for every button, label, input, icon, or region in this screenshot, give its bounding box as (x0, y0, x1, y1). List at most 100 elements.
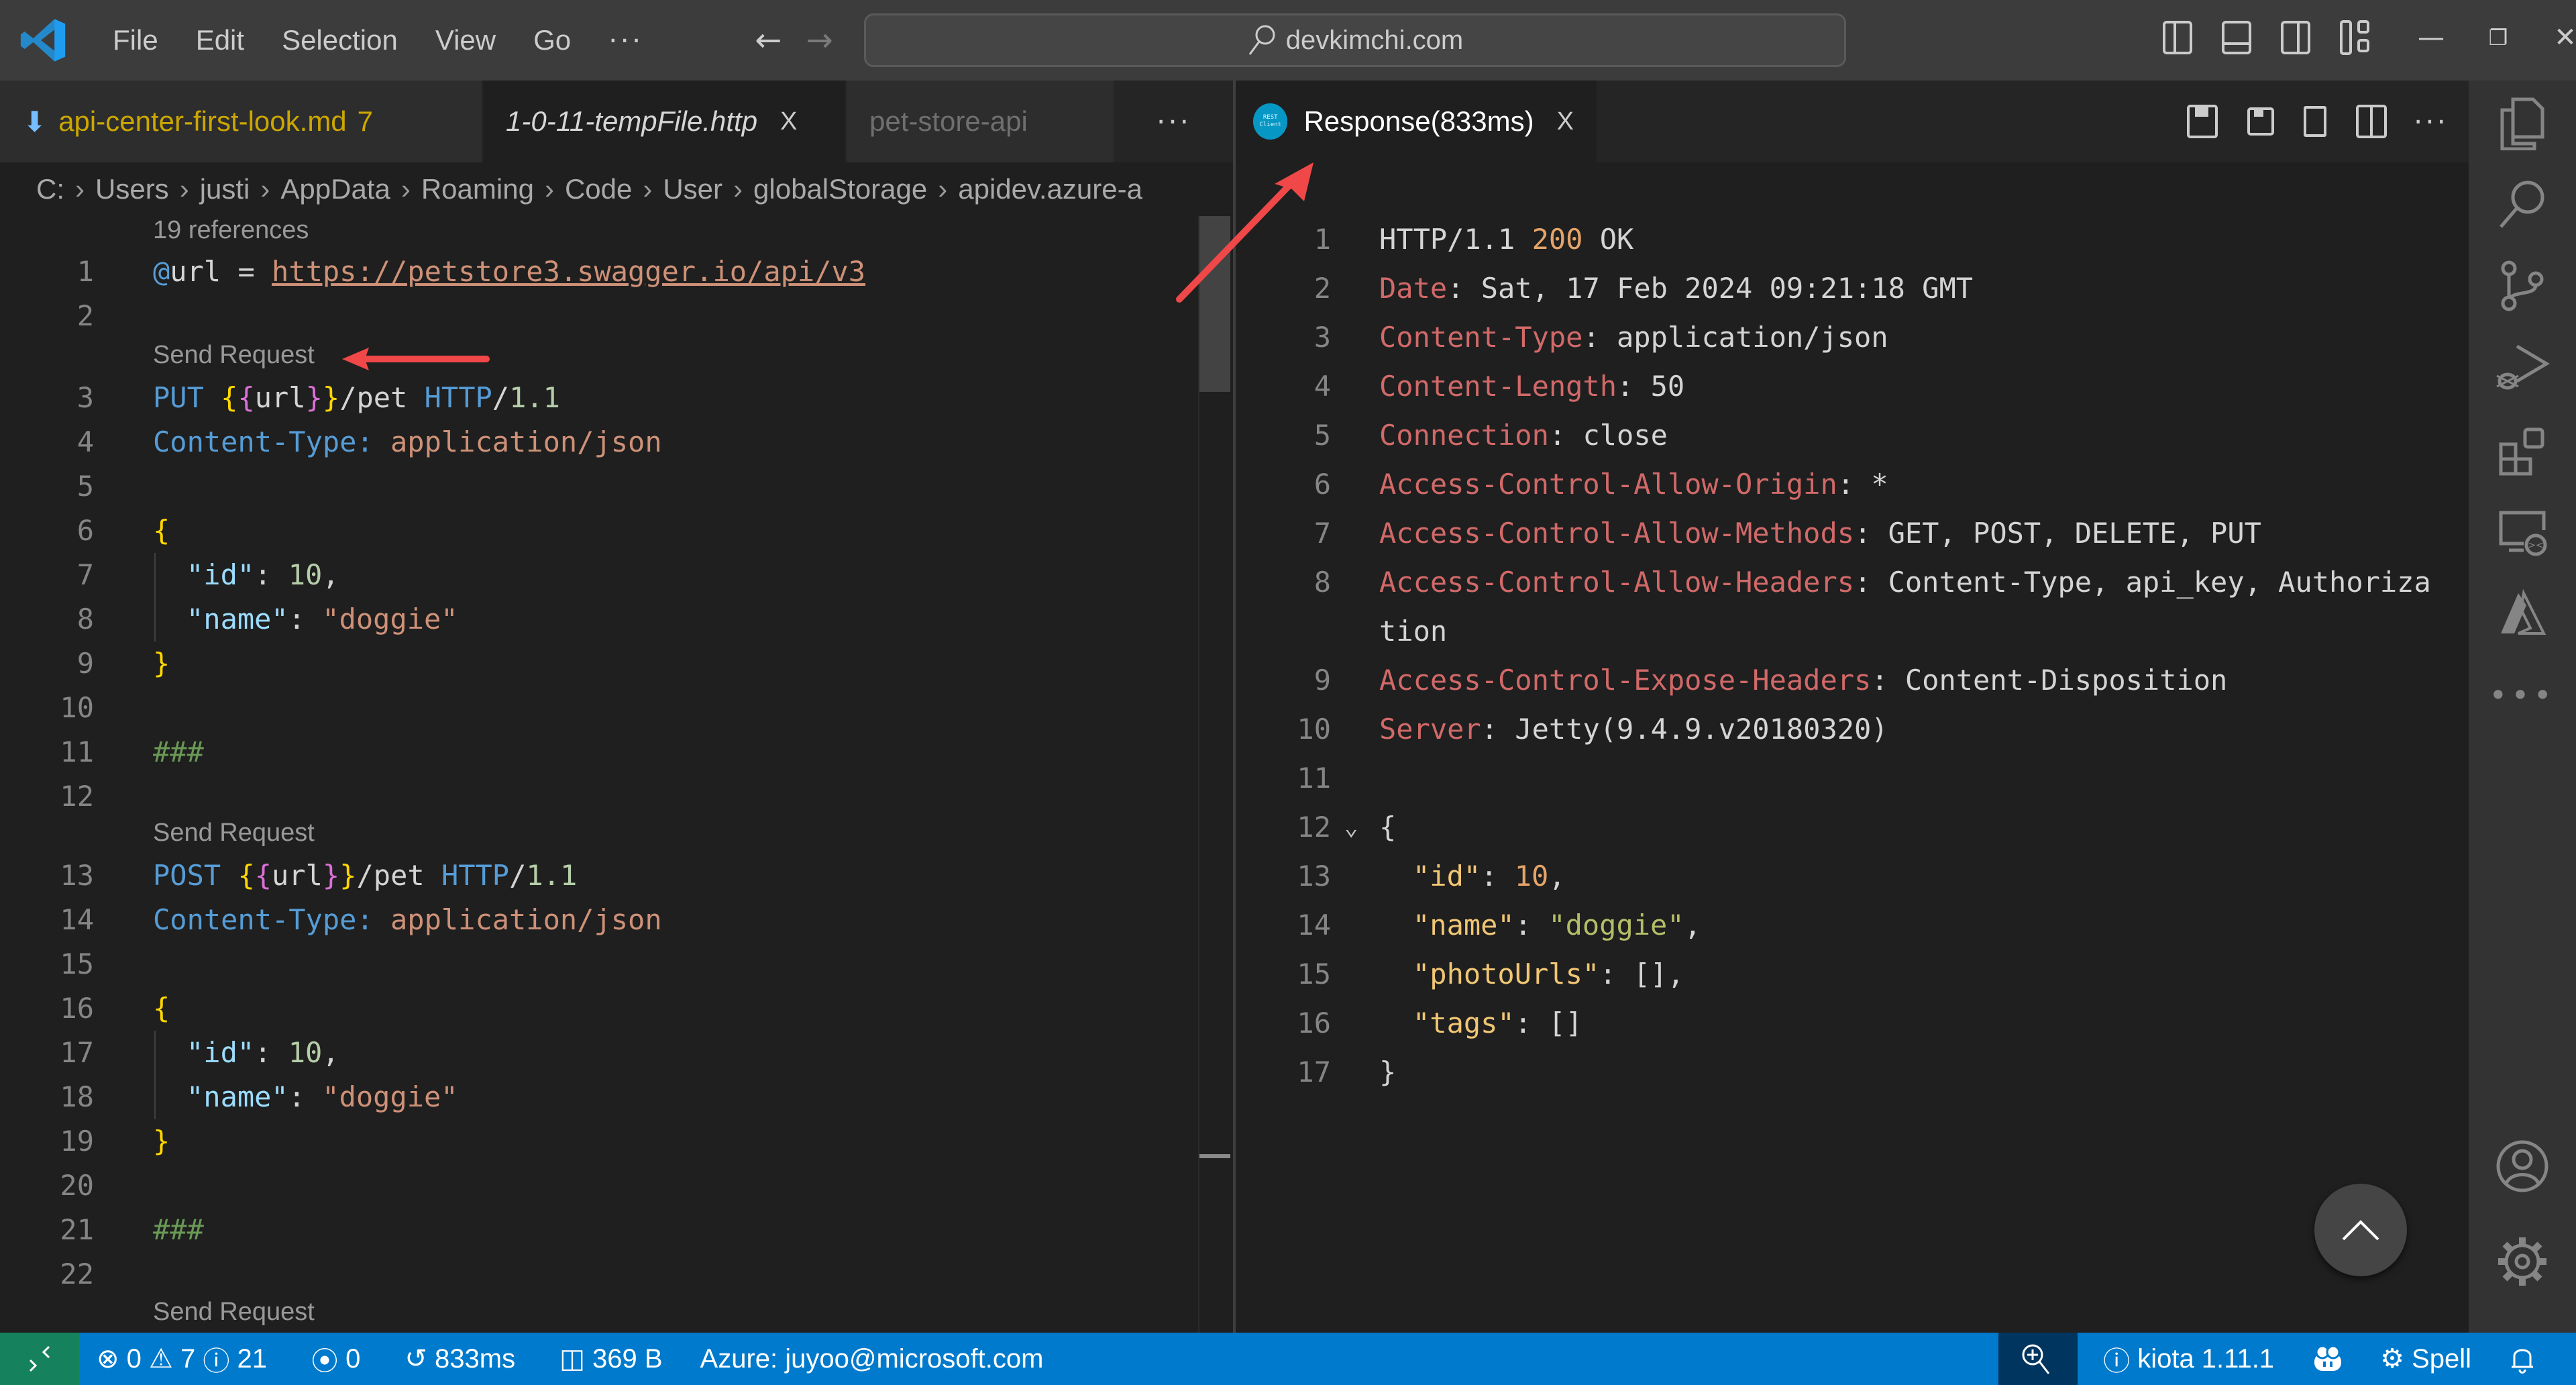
menu-go[interactable]: Go (515, 24, 590, 56)
customize-layout-icon[interactable] (2340, 20, 2371, 55)
close-window-icon[interactable]: ✕ (2552, 22, 2576, 53)
tab-tempfile-http[interactable]: 1-0-11-tempFile.http X (483, 81, 847, 162)
left-editor-scrollbar[interactable] (1199, 216, 1230, 392)
split-editor-icon[interactable] (2355, 105, 2387, 138)
zoom-indicator[interactable] (1998, 1333, 2078, 1385)
line-number: 9 (76, 647, 94, 680)
json-brace: { (1379, 811, 1397, 843)
ports-indicator[interactable]: ⦿ 0 (299, 1339, 372, 1378)
run-debug-button[interactable] (2469, 327, 2576, 408)
toggle-primary-sidebar-icon[interactable] (2163, 21, 2192, 54)
manage-button[interactable] (2469, 1221, 2576, 1302)
references-codelens[interactable]: 19 references (153, 216, 309, 245)
url-link[interactable]: https://petstore3.swagger.io/api/v3 (272, 255, 865, 288)
tab-label: 1-0-11-tempFile.http (506, 105, 758, 137)
send-request-codelens[interactable]: Send Request (153, 341, 315, 370)
notifications-button[interactable] (2497, 1343, 2553, 1375)
tab-more-actions-button[interactable]: ··· (1115, 81, 1233, 162)
right-editor-tab-bar: REST Client Response(833ms) X ··· (1236, 81, 2469, 162)
rest-client-icon: REST Client (1253, 103, 1288, 140)
more-views-button[interactable]: ••• (2469, 655, 2576, 735)
warning-icon: ⚠ (149, 1344, 173, 1374)
chevron-right-icon: › (544, 173, 554, 205)
breadcrumb-item[interactable]: apidev.azure-a (958, 173, 1142, 205)
svg-text:><: >< (2528, 540, 2543, 551)
menu-view[interactable]: View (417, 24, 515, 56)
back-arrow-icon[interactable]: ← (743, 21, 794, 59)
tab-response[interactable]: REST Client Response(833ms) X (1236, 81, 1598, 162)
tab-api-center-first-look[interactable]: ⬇ api-center-first-look.md 7 (0, 81, 483, 162)
source-control-button[interactable] (2469, 246, 2576, 326)
response-header: Connection: close (1379, 419, 1668, 452)
tab-pet-store-api[interactable]: pet-store-api (847, 81, 1115, 162)
spell-checker-indicator[interactable]: ⚙ Spell (2368, 1343, 2483, 1374)
menu-file[interactable]: File (94, 24, 177, 56)
azure-button[interactable] (2469, 573, 2576, 654)
database-icon: ◫ (559, 1344, 585, 1374)
scroll-to-top-button[interactable] (2314, 1184, 2407, 1276)
menu-edit[interactable]: Edit (177, 24, 263, 56)
gear-icon: ⚙ (2380, 1344, 2404, 1374)
breadcrumb-item[interactable]: justi (200, 173, 250, 205)
tab-label: Response(833ms) (1303, 105, 1534, 137)
forward-arrow-icon[interactable]: → (794, 21, 845, 59)
line-number: 14 (60, 903, 94, 936)
line-number: 21 (60, 1213, 94, 1246)
breadcrumb-item[interactable]: Users (95, 173, 169, 205)
close-tab-icon[interactable]: X (1557, 107, 1574, 136)
remote-indicator-button[interactable] (0, 1333, 79, 1385)
remote-explorer-button[interactable]: >< (2469, 491, 2576, 572)
json-brace: } (1379, 1056, 1397, 1088)
response-size-indicator[interactable]: ◫ 369 B (547, 1343, 674, 1374)
minimize-icon[interactable]: — (2418, 22, 2445, 53)
breadcrumb-item[interactable]: globalStorage (753, 173, 927, 205)
extensions-button[interactable] (2469, 409, 2576, 490)
command-center-search[interactable]: devkimchi.com (864, 13, 1846, 67)
breadcrumb-item[interactable]: User (663, 173, 722, 205)
scrollbar-position-marker (1199, 1154, 1230, 1158)
more-actions-button[interactable]: ··· (2414, 105, 2449, 138)
accounts-button[interactable] (2469, 1126, 2576, 1207)
line-number: 2 (1313, 272, 1331, 305)
response-header: Server: Jetty(9.4.9.v20180320) (1379, 713, 1888, 746)
save-response-body-icon[interactable] (2247, 107, 2274, 136)
breadcrumb-item[interactable]: AppData (280, 173, 390, 205)
send-request-codelens[interactable]: Send Request (153, 819, 315, 848)
breadcrumb-item[interactable]: Code (565, 173, 632, 205)
account-icon (2496, 1140, 2548, 1192)
response-status-line: HTTP/1.1 200 OK (1379, 223, 1634, 256)
menu-more-button[interactable]: ··· (590, 24, 662, 57)
chevron-up-icon (2342, 1220, 2379, 1241)
fold-chevron-icon[interactable]: ⌄ (1344, 805, 1358, 850)
copy-icon[interactable] (2303, 106, 2326, 137)
run-debug-icon (2496, 344, 2550, 390)
kiota-indicator[interactable]: ⓘ kiota 1.11.1 (2091, 1339, 2286, 1378)
toggle-panel-icon[interactable] (2222, 21, 2251, 54)
line-number: 1 (76, 255, 94, 288)
line-number: 8 (1313, 566, 1331, 599)
explorer-button[interactable] (2469, 82, 2576, 162)
response-time-indicator[interactable]: ↺ 833ms (392, 1343, 527, 1374)
copilot-button[interactable] (2300, 1344, 2361, 1374)
response-header: Content-Type: application/json (1379, 321, 1888, 354)
toggle-secondary-sidebar-icon[interactable] (2281, 21, 2310, 54)
code-line-json: "name": "doggie" (186, 603, 458, 635)
code-line-json: "id": 10, (186, 1036, 339, 1069)
line-number: 17 (60, 1036, 94, 1069)
extensions-icon (2499, 427, 2544, 476)
breadcrumb-item[interactable]: C: (36, 173, 64, 205)
line-number: 16 (60, 992, 94, 1025)
restore-icon[interactable]: ❐ (2485, 25, 2512, 50)
tab-label: api-center-first-look.md (58, 105, 347, 137)
search-button[interactable] (2469, 164, 2576, 244)
problems-indicator[interactable]: ⊗ 0 ⚠ 7 ⓘ 21 (79, 1339, 279, 1378)
chevron-right-icon: › (643, 173, 653, 205)
close-tab-icon[interactable]: X (780, 107, 797, 136)
menu-selection[interactable]: Selection (263, 24, 417, 56)
breadcrumb-item[interactable]: Roaming (421, 173, 534, 205)
azure-account-indicator[interactable]: Azure: juyoo@microsoft.com (688, 1344, 1056, 1374)
send-request-codelens[interactable]: Send Request (153, 1298, 315, 1327)
line-number: 7 (76, 558, 94, 591)
save-response-icon[interactable] (2186, 105, 2218, 138)
response-header: Content-Length: 50 (1379, 370, 1685, 403)
